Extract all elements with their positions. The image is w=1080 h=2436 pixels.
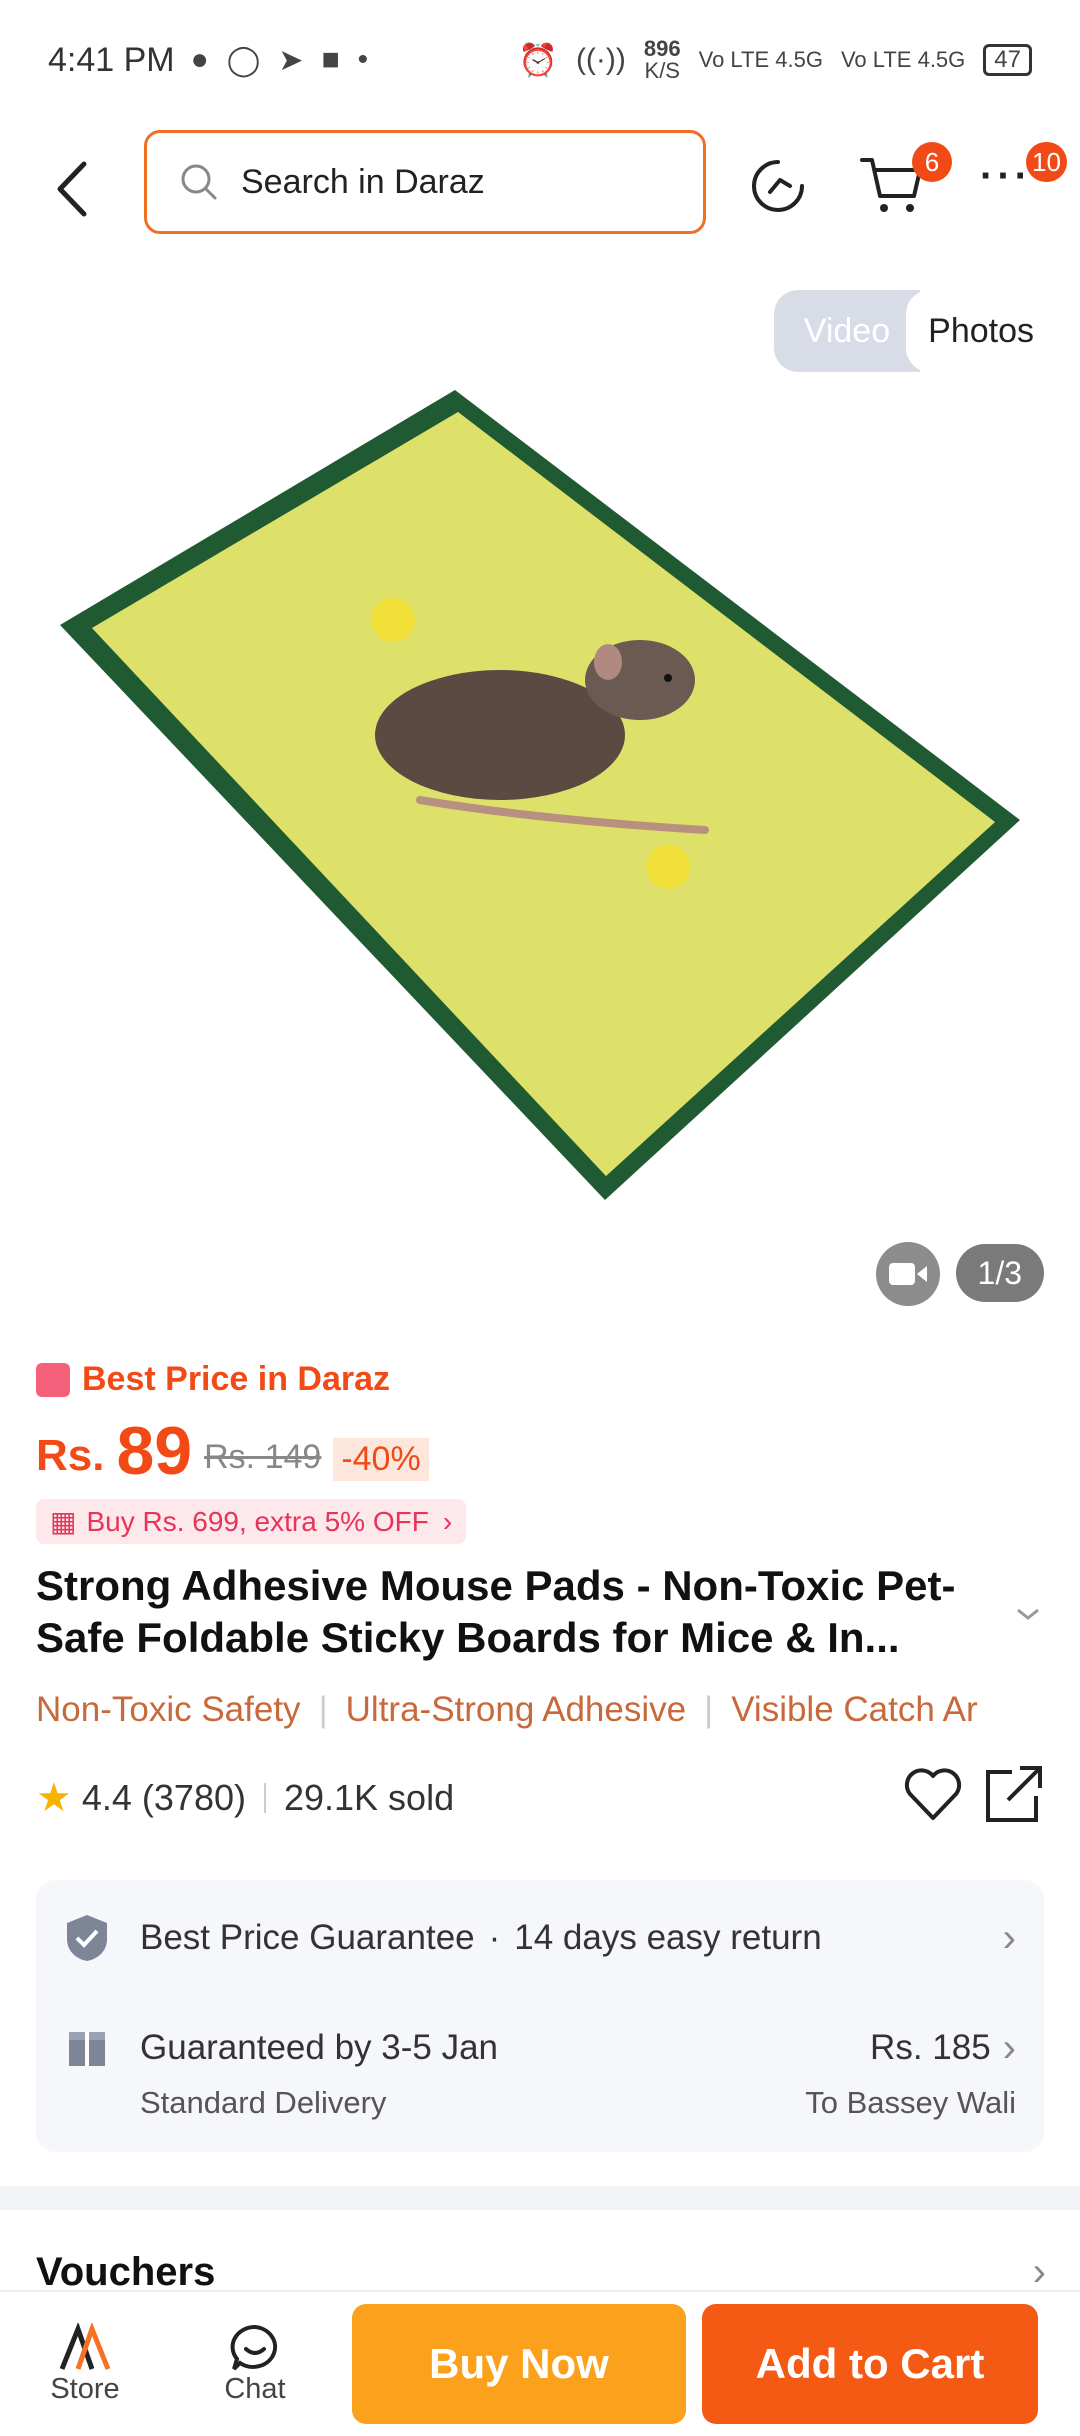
chevron-right-icon: › [1002,1915,1016,1960]
dot-separator: · [488,1918,501,1957]
delivery-type: Standard Delivery [140,2085,387,2120]
chevron-down-icon[interactable] [1014,1604,1042,1624]
top-bar: Search in Daraz 6 ··· 10 [0,120,1080,260]
dot-icon: • [357,43,369,76]
signal-2: Vo LTE 4.5G [840,47,966,72]
search-placeholder: Search in Daraz [241,162,485,201]
tag-item: Non-Toxic Safety [36,1690,301,1729]
tag-separator: | [318,1690,328,1729]
best-price-label: Best Price in Daraz [36,1360,1046,1399]
price-tag-icon [36,1362,70,1397]
delivery-destination: To Bassey Wali [805,2085,1016,2120]
more-icon: ··· [980,154,1032,198]
promo-banner[interactable]: ▦ Buy Rs. 699, extra 5% OFF › [36,1499,467,1544]
search-icon [181,164,217,200]
whatsapp-icon: ◯ [226,43,261,77]
review-count[interactable]: (3780) [142,1777,246,1819]
video-play-button[interactable] [876,1242,940,1306]
more-count-badge: 10 [1026,142,1067,182]
chat-icon [230,2324,278,2370]
rating-value[interactable]: 4.4 [82,1777,132,1819]
battery-icon: 47 [983,44,1032,76]
cart-button[interactable]: 6 [858,142,952,230]
chat-label: Chat [224,2372,286,2405]
chevron-right-icon: › [1032,2250,1046,2294]
hotspot-icon: ((·)) [575,43,626,76]
share-icon[interactable] [982,1762,1046,1826]
refresh-share-icon[interactable] [748,156,808,216]
delivery-price: Rs. 185 [870,2028,991,2067]
media-switch: Video Photos [773,290,1056,372]
product-image[interactable] [0,260,1080,1320]
store-logo-icon [59,2322,111,2370]
vouchers-section[interactable]: Vouchers › [36,2250,1046,2295]
original-price: Rs. 149 [204,1438,322,1476]
section-divider [0,2186,1080,2210]
signal-1: Vo LTE 4.5G [698,47,823,72]
cart-count-badge: 6 [912,142,952,182]
video-camera-icon [889,1263,927,1285]
shield-check-icon [67,1915,107,1961]
status-right: ⏰ ((·)) 896 K/S Vo LTE 4.5G Vo LTE 4.5G … [518,38,1032,82]
return-text: 14 days easy return [514,1918,822,1957]
tag-separator: | [704,1690,714,1729]
package-icon [69,2032,105,2066]
chevron-right-icon: › [1002,2025,1016,2070]
back-arrow-icon[interactable] [48,154,98,224]
snapchat-icon: ● [190,43,209,76]
status-bar: 4:41 PM ● ◯ ➤ ■ • ⏰ ((·)) 896 K/S Vo LTE… [0,0,1080,120]
status-time: 4:41 PM [48,40,175,79]
currency: Rs. [36,1431,105,1480]
guarantee-row[interactable]: Best Price Guarantee · 14 days easy retu… [36,1908,1044,1968]
vouchers-title: Vouchers [36,2250,216,2294]
tag-item: Visible Catch Ar [731,1690,978,1729]
rating-row: ★ 4.4 (3780) 29.1K sold [36,1766,1046,1828]
wishlist-heart-icon[interactable] [902,1764,964,1826]
tab-photos[interactable]: Photos [906,290,1056,372]
feature-tags: Non-Toxic Safety | Ultra-Strong Adhesive… [36,1690,1080,1730]
telegram-icon: ➤ [278,43,304,77]
discount-badge: -40% [333,1438,429,1481]
tab-video[interactable]: Video [773,290,921,372]
star-icon: ★ [36,1776,72,1820]
more-button[interactable]: ··· 10 [980,142,1067,220]
guarantee-text: Best Price Guarantee [140,1918,475,1957]
buy-now-button[interactable]: Buy Now [352,2304,686,2424]
notification-icons: ● ◯ ➤ ■ • [191,43,368,78]
search-input[interactable]: Search in Daraz [144,130,706,234]
product-title[interactable]: Strong Adhesive Mouse Pads - Non-Toxic P… [36,1560,996,1664]
current-price: 89 [116,1413,193,1489]
price-row: Rs. 89 Rs. 149 -40% [36,1417,1046,1485]
product-gallery[interactable]: Video Photos 1/3 [0,260,1080,1320]
delivery-row[interactable]: Guaranteed by 3-5 Jan Rs. 185 › [36,2018,1044,2078]
delivery-sub-row: Standard Delivery To Bassey Wali [36,2078,1044,2128]
store-label: Store [50,2372,120,2405]
store-button[interactable]: Store [0,2322,170,2406]
service-card: Best Price Guarantee · 14 days easy retu… [36,1880,1044,2152]
image-counter: 1/3 [955,1244,1044,1302]
delivery-title: Guaranteed by 3-5 Jan [140,2028,499,2067]
sold-count: 29.1K sold [283,1777,455,1818]
add-to-cart-button[interactable]: Add to Cart [702,2304,1038,2424]
divider [263,1783,266,1813]
net-speed: 896 K/S [643,36,681,83]
voucher-icon: ▦ [50,1506,77,1537]
chevron-right-icon: › [442,1505,453,1537]
price-section: Best Price in Daraz Rs. 89 Rs. 149 -40% … [36,1360,1046,1544]
chat-button[interactable]: Chat [170,2323,340,2406]
alarm-icon: ⏰ [518,42,558,78]
tag-item: Ultra-Strong Adhesive [345,1690,687,1729]
app-icon: ■ [321,43,340,76]
bottom-action-bar: Store Chat Buy Now Add to Cart [0,2290,1080,2436]
